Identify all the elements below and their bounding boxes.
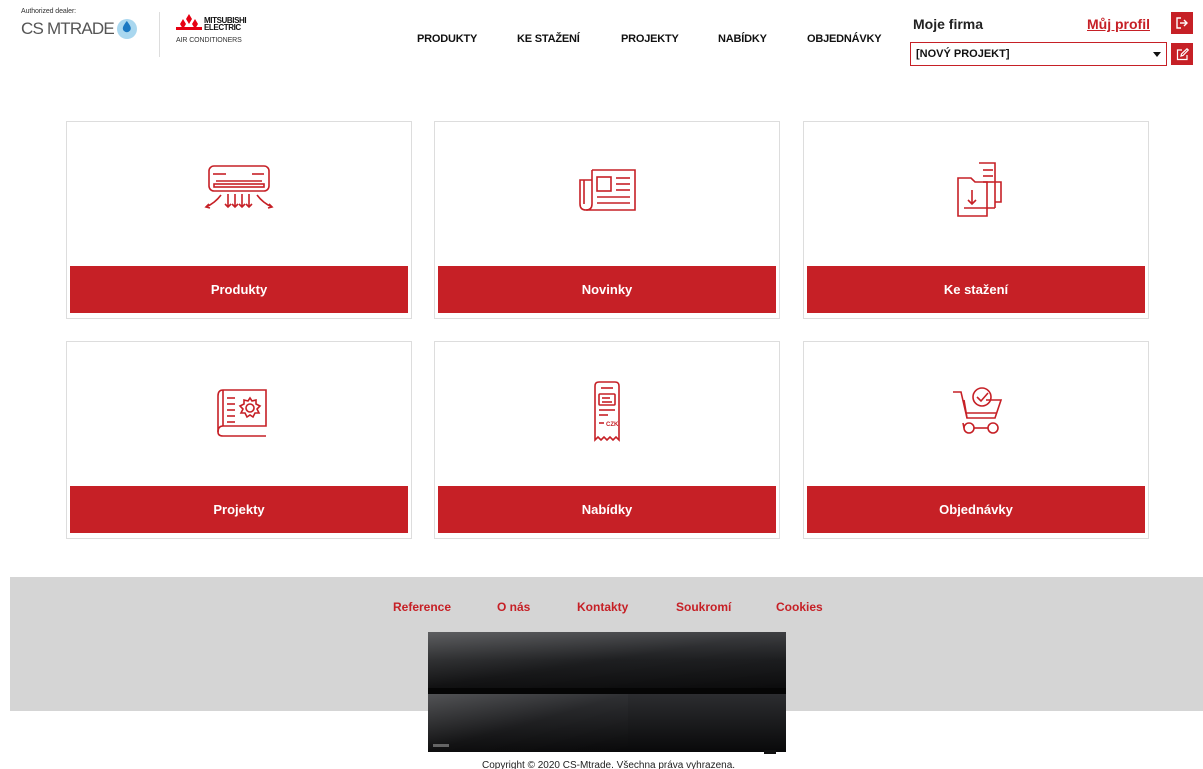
tile-nabidky[interactable]: CZK Nabídky	[434, 341, 780, 539]
dealer-logo[interactable]: Authorized dealer: CS MTRADE	[21, 8, 138, 40]
tile-produkty[interactable]: Produkty	[66, 121, 412, 319]
cart-check-icon	[953, 387, 1003, 434]
page-header: Authorized dealer: CS MTRADE MITSUBISHI …	[0, 0, 1203, 80]
project-select-value: [NOVÝ PROJEKT]	[916, 48, 1010, 60]
nav-produkty[interactable]: PRODUKTY	[417, 33, 477, 45]
dealer-label: Authorized dealer:	[21, 8, 77, 15]
mitsubishi-logo[interactable]: MITSUBISHI ELECTRIC AIR CONDITIONERS	[176, 14, 247, 44]
edit-icon	[1176, 47, 1189, 60]
nav-nabidky[interactable]: NABÍDKY	[718, 33, 767, 45]
chevron-down-icon	[1153, 52, 1161, 57]
profile-link[interactable]: Můj profil	[1087, 16, 1150, 32]
logout-button[interactable]	[1171, 12, 1193, 34]
nav-ke-stazeni[interactable]: KE STAŽENÍ	[517, 33, 580, 45]
company-name: Moje firma	[913, 16, 984, 32]
tile-nabidky-label[interactable]: Nabídky	[438, 486, 776, 533]
receipt-currency: CZK	[606, 422, 619, 428]
air-conditioner-icon	[204, 165, 274, 209]
header-divider	[159, 12, 160, 57]
nav-objednavky[interactable]: OBJEDNÁVKY	[807, 33, 882, 45]
mitsubishi-diamonds-icon	[176, 14, 202, 30]
tile-produkty-label[interactable]: Produkty	[70, 266, 408, 313]
indoor-unit-image	[428, 632, 786, 754]
project-select[interactable]: [NOVÝ PROJEKT]	[910, 42, 1167, 66]
receipt-czk-icon: CZK	[594, 381, 620, 442]
footer-link-o-nas[interactable]: O nás	[497, 600, 530, 614]
tile-projekty[interactable]: Projekty	[66, 341, 412, 539]
tile-objednavky[interactable]: Objednávky	[803, 341, 1149, 539]
copyright-text: Copyright © 2020 CS-Mtrade. Všechna práv…	[482, 760, 736, 769]
logout-icon	[1176, 17, 1188, 29]
edit-project-button[interactable]	[1171, 43, 1193, 65]
tile-novinky-label[interactable]: Novinky	[438, 266, 776, 313]
brand-sub: AIR CONDITIONERS	[176, 37, 242, 44]
footer-link-kontakty[interactable]: Kontakty	[577, 600, 628, 614]
tile-projekty-label[interactable]: Projekty	[70, 486, 408, 533]
blueprint-gear-icon	[217, 389, 267, 437]
tile-objednavky-label[interactable]: Objednávky	[807, 486, 1145, 533]
footer-link-cookies[interactable]: Cookies	[776, 600, 823, 614]
tile-ke-stazeni-label[interactable]: Ke stažení	[807, 266, 1145, 313]
tile-ke-stazeni[interactable]: Ke stažení	[803, 121, 1149, 319]
download-document-icon	[957, 162, 1002, 217]
tile-novinky[interactable]: Novinky	[434, 121, 780, 319]
brand-line2: ELECTRIC	[204, 23, 241, 32]
footer-link-soukromi[interactable]: Soukromí	[676, 600, 731, 614]
footer-link-reference[interactable]: Reference	[393, 600, 451, 614]
water-drop-icon	[116, 19, 137, 39]
newspaper-icon	[579, 169, 636, 211]
nav-projekty[interactable]: PROJEKTY	[621, 33, 679, 45]
dealer-name: CS MTRADE	[21, 19, 115, 38]
